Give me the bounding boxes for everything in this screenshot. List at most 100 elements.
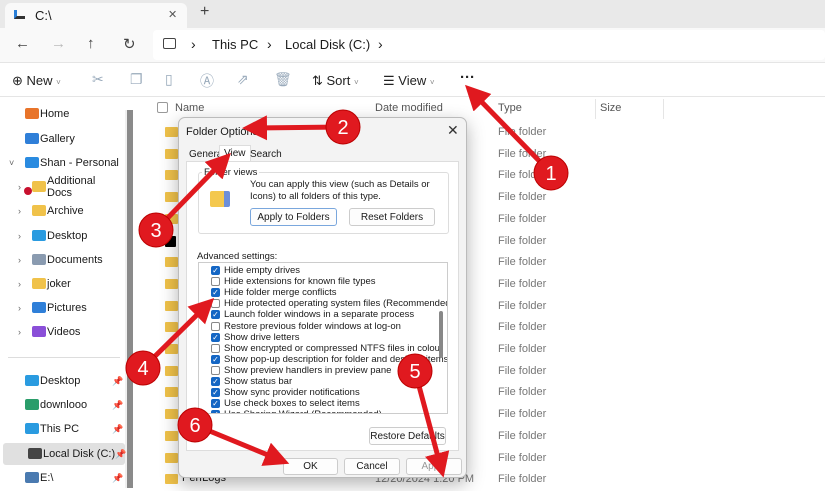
ok-button[interactable]: OK [283,458,338,475]
sidebar-item-desktop[interactable]: › Desktop [0,225,122,247]
sidebar-item-home[interactable]: Home [0,103,122,125]
folder-icon [165,387,178,398]
checkbox[interactable]: ✓ [211,332,220,342]
cut-icon[interactable]: ✂ [92,71,104,88]
reset-folders-button[interactable]: Reset Folders [349,208,435,226]
checkbox[interactable]: ✓ [211,399,220,409]
new-button[interactable]: ⊕ New ˅ [12,73,61,89]
restore-defaults-button[interactable]: Restore Defaults [369,427,446,445]
checkbox[interactable] [211,277,220,287]
chevron-right-icon[interactable]: › [18,206,21,216]
checkbox[interactable]: ✓ [211,288,220,298]
sidebar-item-joker[interactable]: › joker [0,273,122,295]
checkbox[interactable]: ✓ [211,310,220,320]
sidebar-item-gallery[interactable]: Gallery [0,128,122,150]
new-tab-button[interactable]: + [200,3,209,21]
advanced-option[interactable]: Hide protected operating system files (R… [211,298,447,309]
close-tab-icon[interactable]: ✕ [168,8,177,21]
advanced-list-scrollbar[interactable] [439,311,443,358]
sidebar-item-videos[interactable]: › Videos [0,321,122,343]
folder-icon [165,192,178,203]
checkbox[interactable]: ✓ [211,410,220,413]
advanced-option[interactable]: ✓ Hide empty drives [211,265,300,276]
checkbox[interactable]: ✓ [211,377,220,386]
sidebar-scrollbar[interactable] [125,110,133,488]
chevron-right-icon[interactable]: › [18,231,21,241]
up-icon[interactable]: ↑ [87,35,95,52]
copy-icon[interactable]: ❐ [130,71,143,88]
sidebar-item-pictures[interactable]: › Pictures [0,297,122,319]
chevron-right-icon[interactable]: › [18,279,21,289]
back-icon[interactable]: ← [15,35,30,52]
pin-icon[interactable]: 📌 [112,473,123,484]
checkbox[interactable]: ✓ [211,388,220,398]
checkbox[interactable] [211,343,220,353]
advanced-option[interactable]: ✓ Show drive letters [211,332,300,343]
chevron-right-icon[interactable]: › [18,303,21,313]
column-size[interactable]: Size [600,102,621,114]
advanced-option[interactable]: ✓ Hide folder merge conflicts [211,287,336,298]
close-dialog-icon[interactable]: ✕ [447,122,459,139]
breadcrumb[interactable]: › This PC › Local Disk (C:) › [153,30,825,60]
more-options-button[interactable]: ··· [460,69,475,86]
quick-access-local-disk-c-[interactable]: Local Disk (C:) 📌 [3,443,126,465]
advanced-option[interactable]: Show preview handlers in preview pane [211,365,391,376]
pin-icon[interactable]: 📌 [112,376,123,387]
sort-button[interactable]: ⇅ Sort ˅ [312,73,359,89]
sidebar-item-documents[interactable]: › Documents [0,249,122,271]
forward-icon[interactable]: → [51,35,66,52]
column-name[interactable]: Name [175,102,204,114]
checkbox[interactable]: ✓ [211,266,220,275]
advanced-option[interactable]: Hide extensions for known file types [211,276,376,287]
advanced-settings-list[interactable]: ✓ Hide empty drives Hide extensions for kn… [198,262,448,414]
breadcrumb-local-disk[interactable]: Local Disk (C:) [285,37,370,52]
sidebar-item-archive[interactable]: › Archive [0,200,122,222]
advanced-option[interactable]: ✓ Show status bar [211,376,292,387]
quick-access-e-[interactable]: E:\ 📌 [0,467,123,489]
advanced-option[interactable]: ✓ Use check boxes to select items [211,398,360,409]
checkbox[interactable]: ✓ [211,354,220,364]
sidebar-item-shan-personal[interactable]: ˅ Shan - Personal [0,152,122,174]
chevron-right-icon[interactable]: › [18,182,21,192]
chevron-right-icon[interactable]: › [18,255,21,265]
quick-access-this-pc[interactable]: This PC 📌 [0,418,123,440]
advanced-option[interactable]: Restore previous folder windows at log-o… [211,321,401,332]
advanced-option[interactable]: ✓ Show pop-up description for folder and … [211,354,447,365]
share-icon[interactable]: ⇗ [237,71,249,88]
advanced-option[interactable]: ✓ Use Sharing Wizard (Recommended) [211,409,382,413]
advanced-option[interactable]: ✓ Show sync provider notifications [211,387,360,398]
paste-icon[interactable]: ▯ [165,71,173,88]
quick-access-desktop[interactable]: Desktop 📌 [0,370,123,392]
pin-icon[interactable]: 📌 [112,424,123,435]
checkbox[interactable] [211,299,220,309]
checkbox[interactable] [211,321,220,331]
quick-access-downlooo[interactable]: downlooo 📌 [0,394,123,416]
tab-c-drive[interactable]: C:\ ✕ [5,3,187,28]
pin-icon[interactable]: 📌 [115,449,126,460]
pin-icon[interactable]: 📌 [112,400,123,411]
chevron-down-icon[interactable]: ˅ [9,158,14,168]
tab-search[interactable]: Search [247,148,285,161]
refresh-icon[interactable]: ↻ [123,35,136,53]
cancel-button[interactable]: Cancel [344,458,400,475]
advanced-option[interactable]: Show encrypted or compressed NTFS files … [211,343,443,354]
chevron-right-icon[interactable]: › [191,36,196,52]
breadcrumb-this-pc[interactable]: This PC [212,37,258,52]
view-button[interactable]: ☰ View ˅ [383,73,435,89]
file-type: File folder [498,126,547,138]
option-label: Hide extensions for known file types [224,276,376,288]
chevron-right-icon[interactable]: › [18,327,21,337]
apply-button[interactable]: Apply [406,458,462,475]
advanced-option[interactable]: ✓ Launch folder windows in a separate pro… [211,309,414,320]
column-date-modified[interactable]: Date modified [375,102,443,114]
column-type[interactable]: Type [498,102,522,114]
sidebar-item-additional-docs[interactable]: › Additional Docs [0,175,122,199]
apply-to-folders-button[interactable]: Apply to Folders [250,208,337,226]
videos-icon [32,326,46,337]
chevron-right-icon[interactable]: › [378,36,383,52]
select-all-checkbox[interactable] [157,102,168,113]
chevron-right-icon[interactable]: › [267,36,272,52]
rename-icon[interactable]: Ⓐ [200,71,214,91]
checkbox[interactable] [211,365,220,375]
delete-icon[interactable]: 🗑 [274,71,292,88]
